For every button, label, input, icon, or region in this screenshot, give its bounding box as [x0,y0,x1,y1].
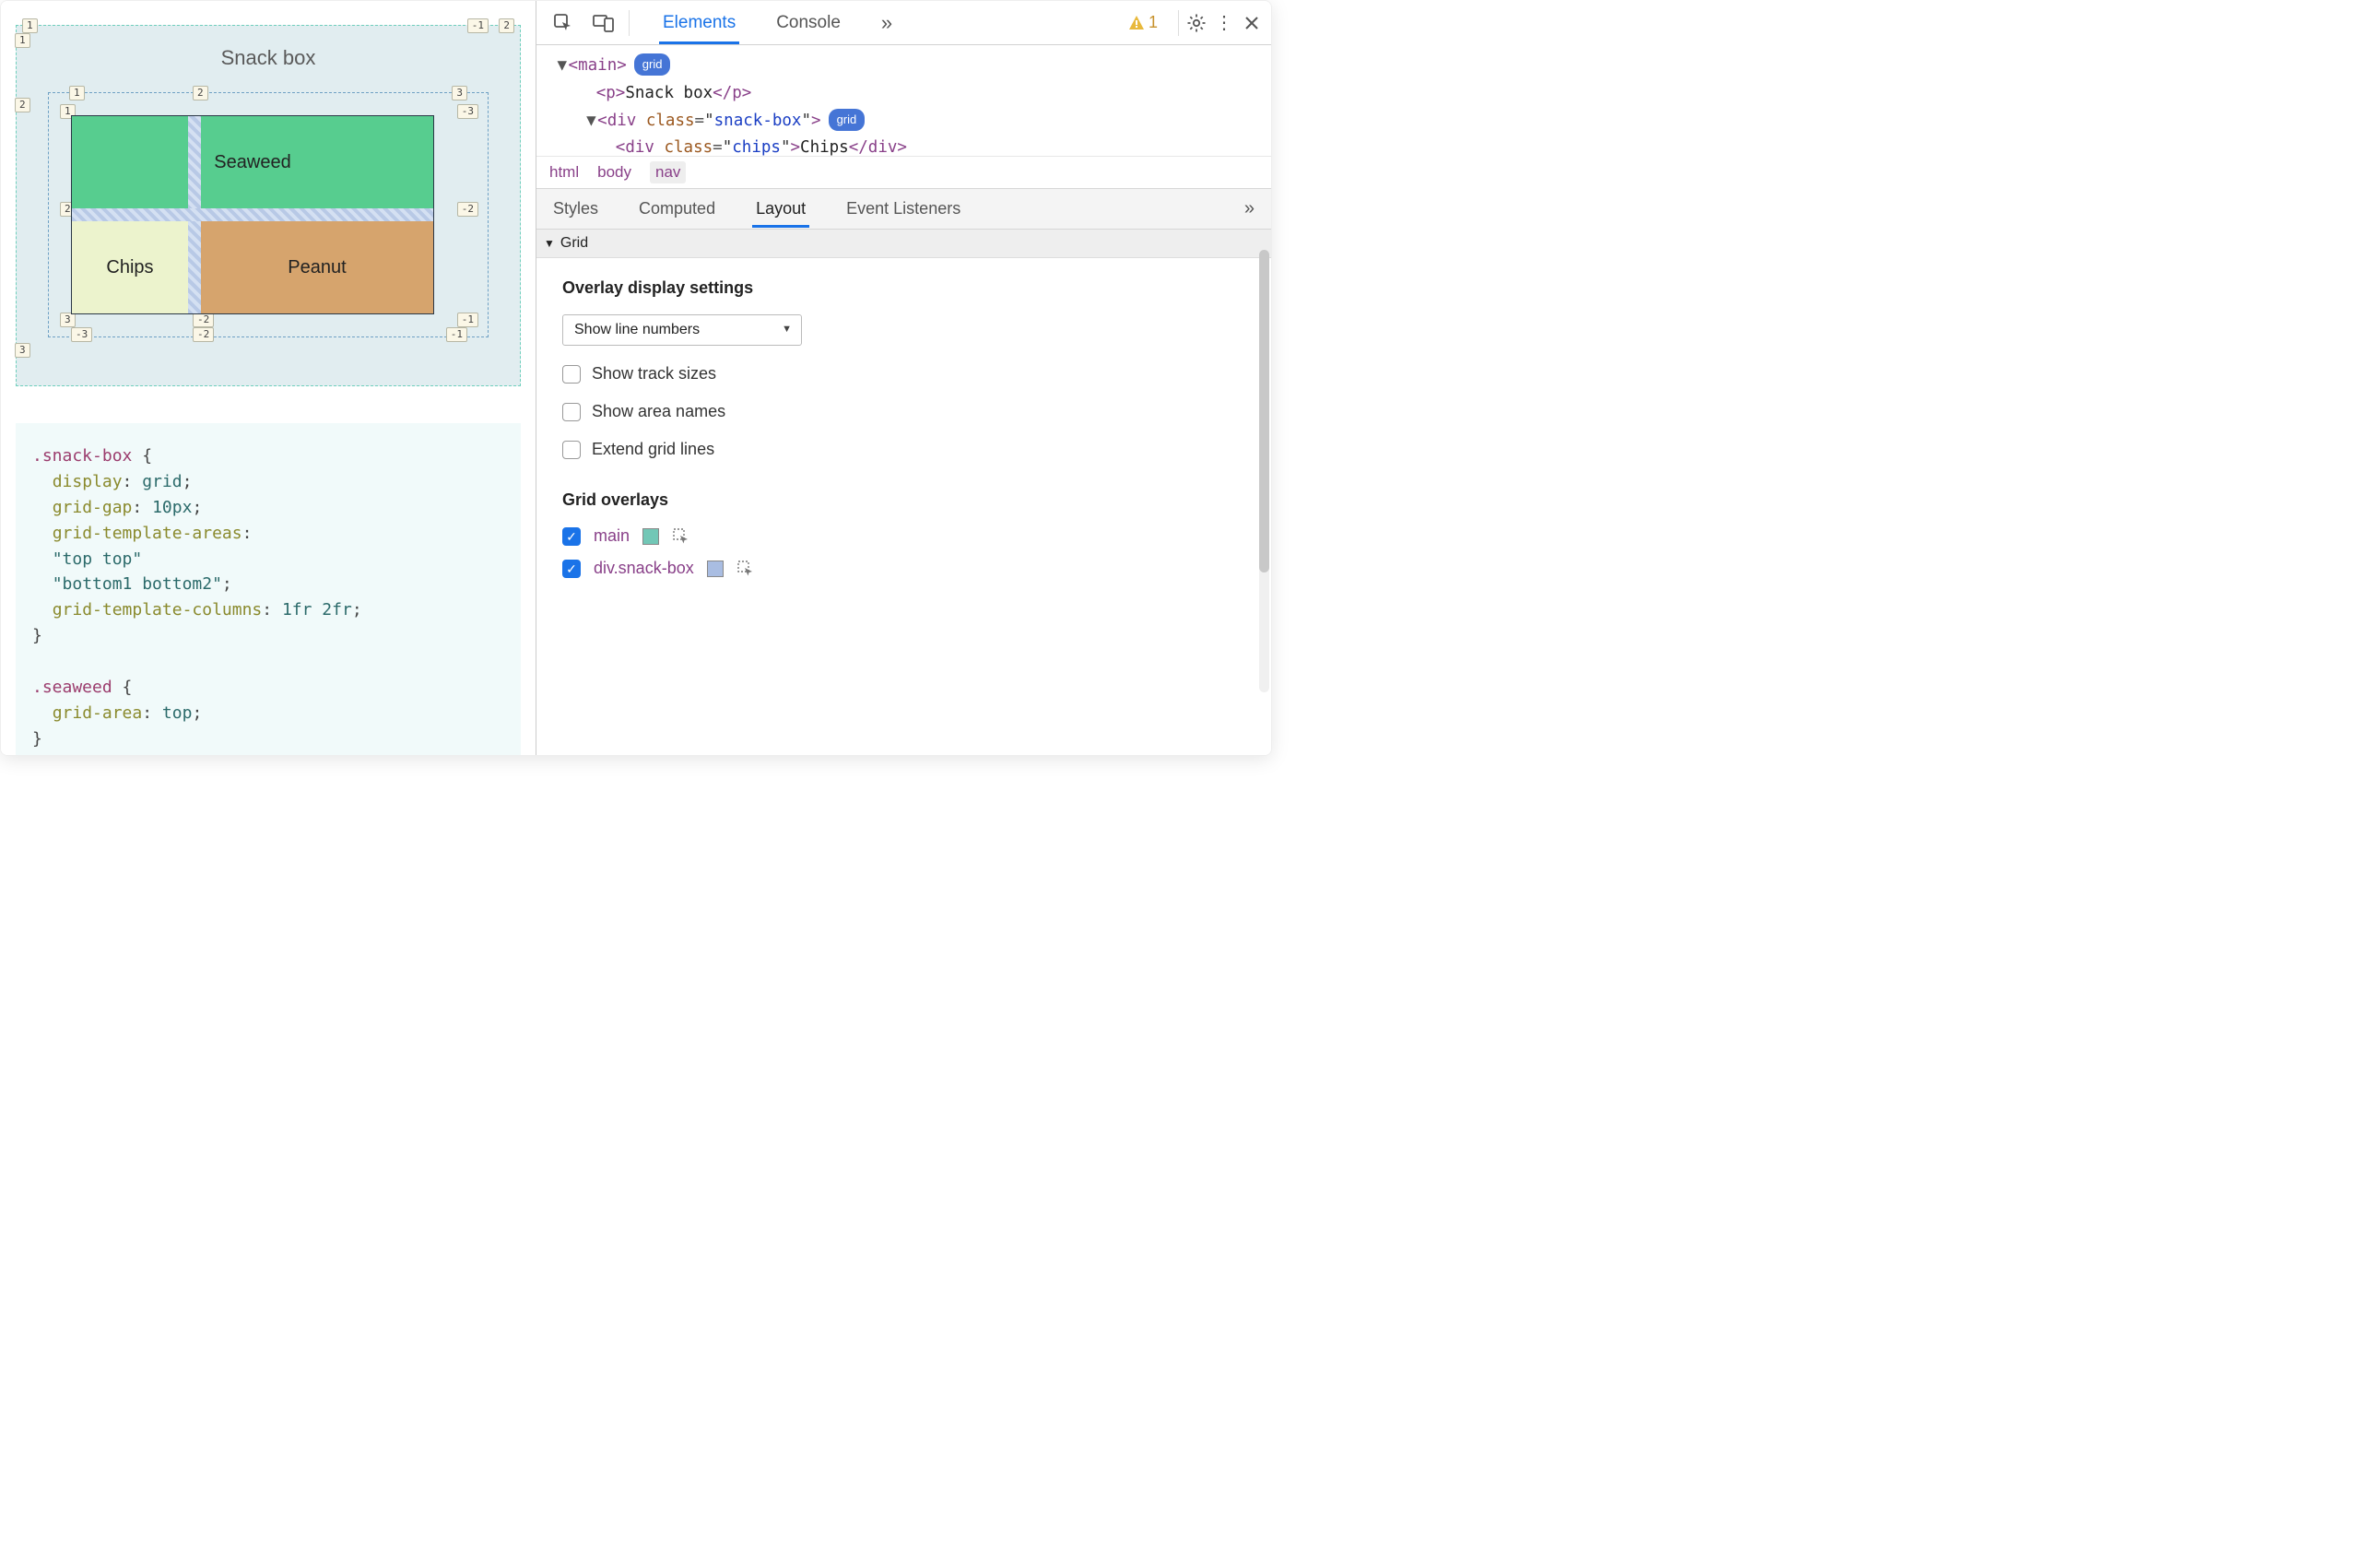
color-swatch[interactable] [642,528,659,545]
dom-tag: main [578,56,617,75]
grid-line-label: -3 [71,327,92,342]
scrollbar-thumb[interactable] [1259,250,1269,572]
cell-seaweed: Seaweed [72,116,433,208]
subtab-event-listeners[interactable]: Event Listeners [846,199,960,218]
grid-line-label: -1 [467,18,489,33]
warning-count[interactable]: 1 [1128,13,1158,32]
warning-count-value: 1 [1149,13,1158,32]
grid-line-label: -1 [457,313,478,327]
checkbox[interactable] [562,403,581,421]
grid-line-label: 2 [15,98,30,112]
overlay-row-snack-box: div.snack-box [562,559,1245,578]
overlay-row-main: main [562,526,1245,546]
highlight-icon[interactable] [672,527,690,546]
devtools: Elements Console » 1 ⋮ ▼<main>grid <p>Sn… [536,1,1271,755]
grid-line-label: 2 [193,86,208,100]
subtabs-more-icon[interactable]: » [1244,198,1255,219]
check-track-sizes[interactable]: Show track sizes [562,364,1245,384]
gear-icon[interactable] [1183,9,1210,37]
grid-line-label: -3 [457,104,478,119]
cell-chips: Chips [72,221,188,313]
snack-box-overlay: 1 2 3 1 -3 2 -2 3 -2 -1 -3 -2 -1 Seaweed… [48,92,489,337]
dom-text: Snack box [625,84,713,102]
dom-breadcrumb: html body nav [536,156,1271,189]
dom-tree[interactable]: ▼<main>grid <p>Snack box</p> ▼<div class… [536,45,1271,156]
dom-text: Chips [800,138,849,156]
kebab-icon[interactable]: ⋮ [1210,9,1238,37]
grid-gap [72,208,433,221]
layout-panel: Overlay display settings Show line numbe… [536,258,1271,755]
overlay-label[interactable]: main [594,526,630,546]
grid-line-label: 3 [452,86,467,100]
grid-line-label: -2 [193,327,214,342]
grid-line-label: -2 [193,313,214,327]
subtab-computed[interactable]: Computed [639,199,715,218]
check-label: Extend grid lines [592,440,714,459]
device-toggle-icon[interactable] [592,11,616,35]
grid-line-label: 2 [499,18,514,33]
rendered-page: 1 -1 2 1 2 3 Snack box 1 2 3 1 -3 2 -2 3… [1,1,536,755]
check-label: Show track sizes [592,364,716,384]
main-grid-overlay: 1 -1 2 1 2 3 Snack box 1 2 3 1 -3 2 -2 3… [16,25,521,386]
subtab-layout[interactable]: Layout [756,199,806,218]
overlay-label[interactable]: div.snack-box [594,559,694,578]
checkbox[interactable] [562,365,581,384]
grid-line-label: 1 [22,18,38,33]
app-window: 1 -1 2 1 2 3 Snack box 1 2 3 1 -3 2 -2 3… [0,0,1272,756]
cell-peanut: Peanut [201,221,433,313]
page-title: Snack box [48,46,489,70]
grid-line-label: -1 [446,327,467,342]
grid-overlays-heading: Grid overlays [562,490,1245,510]
tabs-more-icon[interactable]: » [881,11,892,35]
checkbox[interactable] [562,441,581,459]
grid-badge[interactable]: grid [634,53,671,76]
styles-subtabs: Styles Computed Layout Event Listeners » [536,189,1271,230]
layout-section-grid[interactable]: ▼ Grid [536,230,1271,258]
grid-line-label: 1 [15,33,30,48]
overlay-settings-heading: Overlay display settings [562,278,1245,298]
grid-badge[interactable]: grid [829,109,866,131]
subtab-styles[interactable]: Styles [553,199,598,218]
dom-tag: div [607,112,637,130]
inspect-icon[interactable] [551,11,575,35]
dom-tag: p [606,84,616,102]
checkbox[interactable] [562,527,581,546]
checkbox[interactable] [562,560,581,578]
crumb-nav[interactable]: nav [650,161,686,183]
tab-elements[interactable]: Elements [663,13,736,33]
crumb-html[interactable]: html [549,163,579,182]
check-area-names[interactable]: Show area names [562,402,1245,421]
check-extend-lines[interactable]: Extend grid lines [562,440,1245,459]
css-code: .snack-box { display: grid; grid-gap: 10… [16,423,521,755]
highlight-icon[interactable] [736,560,755,578]
color-swatch[interactable] [707,561,724,577]
scrollbar[interactable] [1259,250,1269,692]
crumb-body[interactable]: body [597,163,631,182]
section-label: Grid [560,235,588,252]
grid-line-label: 3 [15,343,30,358]
grid-line-label: 3 [60,313,76,327]
devtools-toolbar: Elements Console » 1 ⋮ [536,1,1271,45]
grid-line-label: 1 [69,86,85,100]
close-icon[interactable] [1238,9,1266,37]
line-numbers-select[interactable]: Show line numbers [562,314,802,346]
dom-tag: div [625,138,654,156]
tab-console[interactable]: Console [776,13,841,33]
snack-box-grid: Seaweed Chips Peanut [71,115,434,314]
check-label: Show area names [592,402,725,421]
grid-line-label: -2 [457,202,478,217]
